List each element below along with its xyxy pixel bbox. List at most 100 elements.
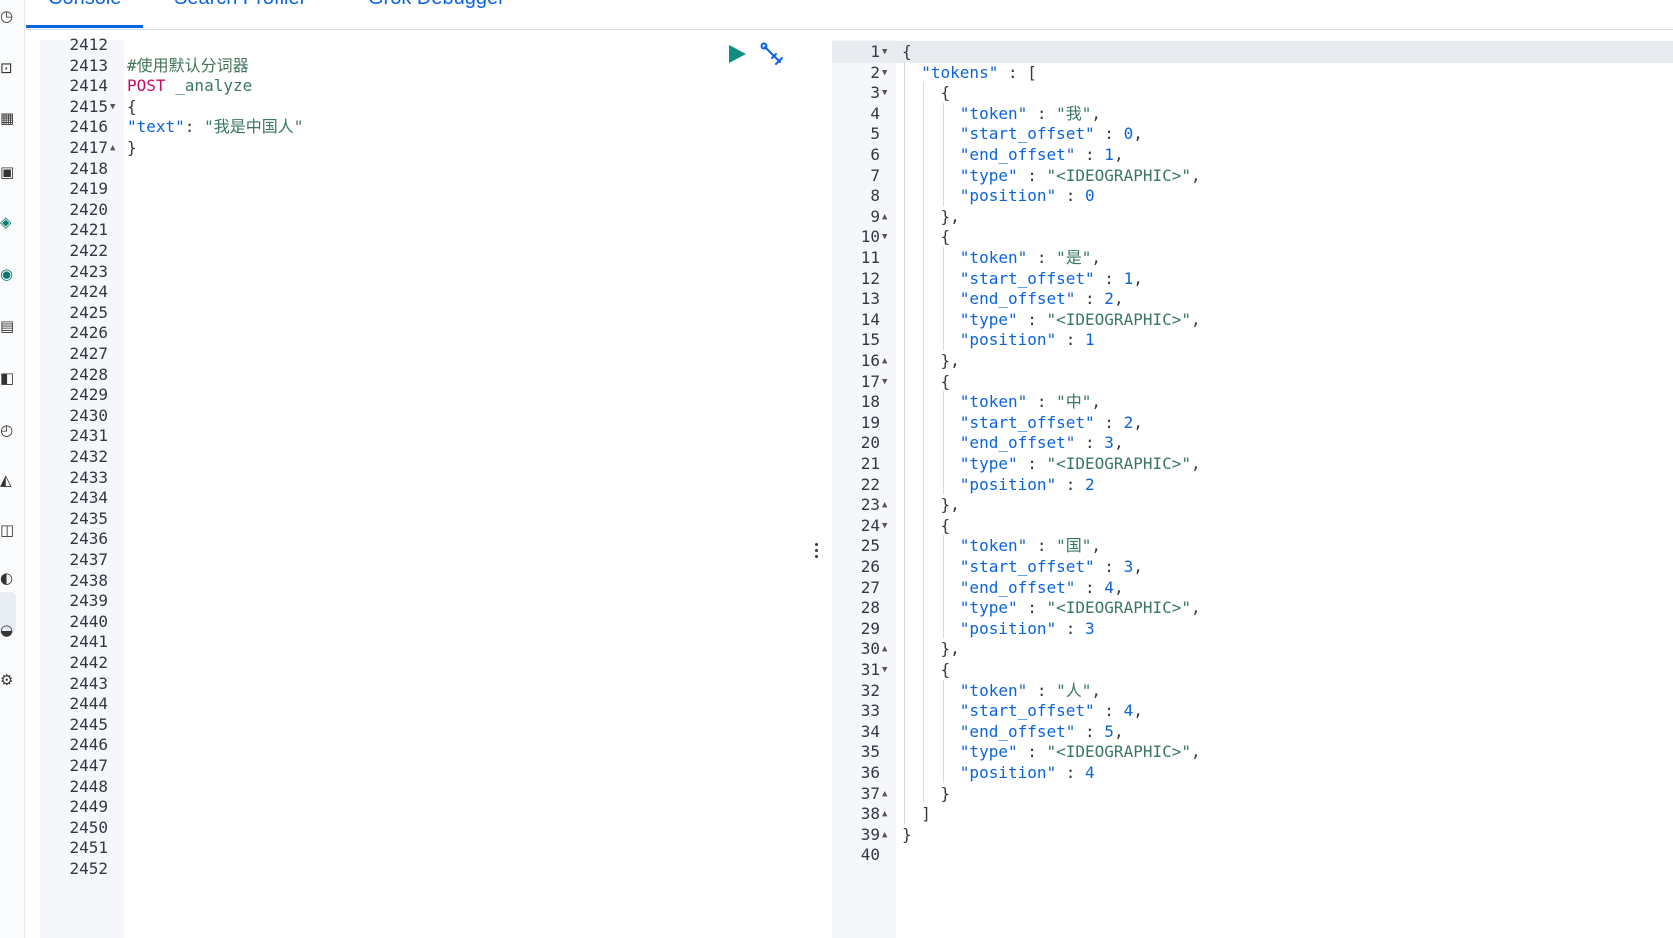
response-line-number: 7 [870,165,880,185]
request-code-line[interactable]: POST _analyze [127,75,252,97]
response-code-line: { [940,660,951,679]
fold-close-icon[interactable]: ▲ [882,803,887,825]
response-line-number: 25 [860,536,880,556]
response-line-number: 18 [860,392,880,412]
request-line-number: 2419 [69,179,108,199]
request-line-number: 2413 [69,55,108,75]
response-line-number: 31 [860,660,880,679]
clock-icon[interactable]: ◷ [0,4,16,28]
dashboard-icon[interactable]: ▦ [0,106,16,130]
settings-icon[interactable]: ⚙ [0,668,16,692]
request-line-number: 2449 [69,797,108,817]
response-line-number: 5 [870,124,880,144]
discover-icon[interactable]: ⊡ [0,56,16,80]
fold-close-icon[interactable]: ▲ [882,494,887,516]
response-line-number: 39 [860,824,880,844]
response-code-line: "start_offset" : 3, [959,557,1143,576]
response-code-line: "start_offset" : 1, [959,268,1143,288]
response-code-line: "token" : "国", [959,536,1102,556]
uptime-icon[interactable]: ◴ [0,418,16,442]
request-line-number: 2430 [69,405,108,425]
response-code-line: "token" : "中", [959,392,1102,412]
fold-close-icon[interactable]: ▲ [882,824,887,846]
response-code-line: "position" : 3 [959,618,1095,638]
request-line-number: 2452 [69,859,108,878]
request-code-line[interactable]: } [127,137,137,159]
request-code-line[interactable]: #使用默认分词器 [127,55,249,77]
fold-close-icon[interactable]: ▲ [882,783,887,805]
response-code-line: { [940,83,951,103]
request-line-number: 2438 [69,570,108,590]
apm-icon[interactable]: ◧ [0,366,16,390]
response-line-number: 20 [860,433,880,453]
request-code-line[interactable]: "text": "我是中国人" [127,116,303,138]
response-line-number: 28 [860,598,880,618]
fold-close-icon[interactable]: ▲ [110,137,115,159]
response-code-line: } [940,783,951,803]
response-line-number: 29 [860,618,880,638]
fold-open-icon[interactable]: ▼ [882,371,887,393]
tab-grok-debugger[interactable]: Grok Debugger [368,0,505,26]
request-line-number: 2444 [69,694,108,714]
response-line-number: 1 [870,42,880,61]
response-code-line: { [940,227,951,247]
response-line-number: 3 [870,83,880,103]
request-line-number: 2420 [69,199,108,219]
response-code-line: ] [921,804,931,824]
fold-close-icon[interactable]: ▲ [882,638,887,660]
request-line-number: 2423 [69,261,108,281]
request-line-number: 2431 [69,426,108,446]
tab-console[interactable]: Console [25,0,144,28]
response-code-line: "type" : "<IDEOGRAPHIC>", [959,454,1201,473]
wrench-icon[interactable] [760,42,786,68]
request-line-number: 2448 [69,776,108,796]
fold-open-icon[interactable]: ▼ [882,82,887,104]
request-line-number: 2426 [69,323,108,343]
request-line-number: 2412 [69,35,108,54]
fold-open-icon[interactable]: ▼ [882,659,887,681]
response-code-line: { [902,42,912,61]
request-line-number: 2432 [69,447,108,466]
fold-open-icon[interactable]: ▼ [882,62,887,84]
response-line-number: 40 [860,845,880,865]
response-code-line: "position" : 2 [959,474,1095,494]
response-code-line: }, [940,495,960,515]
ml-icon[interactable]: ◉ [0,262,16,286]
response-code-line: "tokens" : [ [921,62,1037,82]
request-line-number: 2439 [69,591,108,611]
play-icon[interactable] [726,42,748,66]
response-code-line: "token" : "我", [959,103,1102,123]
response-line-number: 36 [860,763,880,782]
management-icon[interactable]: ◒ [0,618,16,642]
fold-open-icon[interactable]: ▼ [882,515,887,537]
maps-icon[interactable]: ◈ [0,210,16,234]
response-line-number: 6 [870,145,880,164]
response-line-number: 32 [860,680,880,700]
fold-open-icon[interactable]: ▼ [110,96,115,118]
response-line-number: 4 [870,103,880,123]
response-line-number: 2 [870,62,880,82]
request-line-number: 2447 [69,756,108,775]
request-line-number: 2421 [69,220,108,240]
pane-resize-handle[interactable] [812,540,820,570]
request-line-number: 2429 [69,385,108,405]
canvas-icon[interactable]: ▣ [0,160,16,184]
fold-open-icon[interactable]: ▼ [882,41,887,63]
request-line-number: 2434 [69,488,108,508]
tab-search-profiler[interactable]: Search Profiler [174,0,306,26]
response-line-number: 24 [860,515,880,535]
request-line-number: 2446 [69,735,108,755]
fold-close-icon[interactable]: ▲ [882,350,887,372]
response-code-line: "end_offset" : 1, [959,145,1124,164]
request-code-line[interactable]: { [127,96,137,118]
observability-icon[interactable]: ▤ [0,314,16,338]
side-nav: ◷ ⊡ ▦ ▣ ◈ ◉ ▤ ◧ ◴ ◭ ◫ ◐ ◒ ⚙ [0,0,25,938]
dev-tools-icon[interactable]: ◐ [0,566,16,590]
stack-monitoring-icon[interactable]: ◫ [0,518,16,542]
fold-open-icon[interactable]: ▼ [882,226,887,248]
response-line-number: 34 [860,721,880,741]
request-line-number: 2445 [69,714,108,734]
siem-icon[interactable]: ◭ [0,468,16,492]
fold-close-icon[interactable]: ▲ [882,206,887,228]
response-line-number: 26 [860,557,880,576]
